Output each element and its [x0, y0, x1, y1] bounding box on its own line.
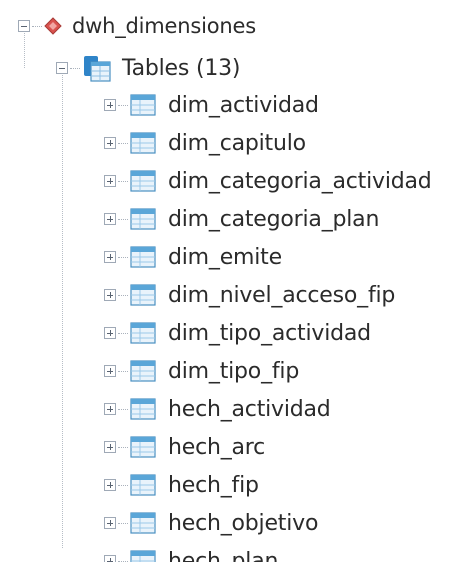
table-icon — [130, 550, 156, 562]
table-name: dim_categoria_actividad — [168, 168, 432, 194]
table-icon — [130, 474, 156, 496]
table-node[interactable]: dim_actividad — [104, 86, 444, 124]
table-node[interactable]: hech_objetivo — [104, 504, 444, 542]
expand-toggle-icon[interactable] — [104, 441, 116, 453]
tables-folder-label: Tables (13) — [122, 55, 241, 81]
table-icon — [130, 170, 156, 192]
tree-connector — [118, 104, 128, 106]
tree-connector — [118, 408, 128, 410]
collapse-toggle-icon[interactable] — [56, 62, 68, 74]
expand-toggle-icon[interactable] — [104, 479, 116, 491]
table-icon — [130, 208, 156, 230]
table-name: dim_nivel_acceso_fip — [168, 282, 396, 308]
table-icon — [130, 322, 156, 344]
object-explorer-tree: dwh_dimensiones Tables (13) dim_activida… — [0, 0, 450, 562]
table-node[interactable]: dim_nivel_acceso_fip — [104, 276, 444, 314]
expand-toggle-icon[interactable] — [104, 251, 116, 263]
table-icon — [130, 398, 156, 420]
table-name: hech_arc — [168, 434, 266, 460]
database-name: dwh_dimensiones — [72, 14, 256, 38]
table-name: hech_fip — [168, 472, 259, 498]
tree-connector — [32, 25, 42, 27]
table-name: dim_capitulo — [168, 130, 306, 156]
tree-connector — [118, 446, 128, 448]
table-node[interactable]: hech_arc — [104, 428, 444, 466]
expand-toggle-icon[interactable] — [104, 137, 116, 149]
tree-connector — [118, 256, 128, 258]
table-name: dim_actividad — [168, 92, 319, 118]
table-list: dim_actividad dim_capitulo dim_categoria_a… — [104, 86, 444, 562]
table-node[interactable]: hech_fip — [104, 466, 444, 504]
table-name: dim_emite — [168, 244, 282, 270]
table-node[interactable]: dim_categoria_actividad — [104, 162, 444, 200]
table-icon — [130, 246, 156, 268]
table-node[interactable]: dim_capitulo — [104, 124, 444, 162]
database-diamond-icon — [44, 17, 62, 35]
expand-toggle-icon[interactable] — [104, 213, 116, 225]
tables-folder-node[interactable]: Tables (13) — [56, 48, 241, 88]
expand-toggle-icon[interactable] — [104, 99, 116, 111]
expand-toggle-icon[interactable] — [104, 289, 116, 301]
tree-connector — [70, 67, 80, 69]
table-icon — [130, 94, 156, 116]
tree-connector — [118, 218, 128, 220]
tree-connector — [118, 370, 128, 372]
collapse-toggle-icon[interactable] — [18, 20, 30, 32]
table-icon — [130, 360, 156, 382]
tree-connector — [118, 484, 128, 486]
table-node[interactable]: hech_plan — [104, 542, 444, 562]
tree-connector — [118, 294, 128, 296]
table-name: hech_objetivo — [168, 510, 319, 536]
table-icon — [130, 436, 156, 458]
table-name: hech_actividad — [168, 396, 331, 422]
tree-guide-line-folder — [62, 72, 63, 548]
expand-toggle-icon[interactable] — [104, 327, 116, 339]
table-icon — [130, 284, 156, 306]
table-node[interactable]: hech_actividad — [104, 390, 444, 428]
tree-connector — [118, 180, 128, 182]
table-icon — [130, 132, 156, 154]
table-node[interactable]: dim_categoria_plan — [104, 200, 444, 238]
tree-connector — [118, 142, 128, 144]
database-node[interactable]: dwh_dimensiones — [18, 6, 256, 46]
expand-toggle-icon[interactable] — [104, 517, 116, 529]
tree-connector — [118, 560, 128, 562]
tables-folder-icon — [84, 56, 111, 82]
tree-connector — [118, 522, 128, 524]
table-node[interactable]: dim_tipo_fip — [104, 352, 444, 390]
table-name: dim_tipo_actividad — [168, 320, 371, 346]
expand-toggle-icon[interactable] — [104, 365, 116, 377]
expand-toggle-icon[interactable] — [104, 403, 116, 415]
table-name: hech_plan — [168, 548, 279, 562]
table-node[interactable]: dim_emite — [104, 238, 444, 276]
expand-toggle-icon[interactable] — [104, 175, 116, 187]
table-name: dim_categoria_plan — [168, 206, 380, 232]
expand-toggle-icon[interactable] — [104, 555, 116, 562]
table-name: dim_tipo_fip — [168, 358, 300, 384]
tree-connector — [118, 332, 128, 334]
table-node[interactable]: dim_tipo_actividad — [104, 314, 444, 352]
table-icon — [130, 512, 156, 534]
